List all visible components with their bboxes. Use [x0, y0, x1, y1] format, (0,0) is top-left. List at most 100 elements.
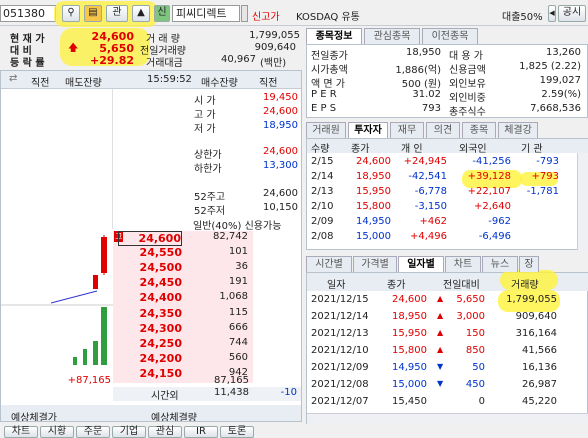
daily-change: 50 — [472, 362, 485, 373]
sell-price[interactable]: 24,400 — [118, 291, 182, 304]
tab-daily-5[interactable]: 장 — [519, 256, 539, 272]
daily-col-header: 전일대비 — [443, 280, 480, 291]
sell-price[interactable]: 24,500 — [118, 261, 182, 274]
investor-individual: -3,150 — [414, 201, 447, 212]
info-tabs: 종목정보 관심종목 이전종목 — [306, 28, 588, 44]
daily-close: 15,950 — [392, 328, 427, 339]
folder-button[interactable]: ▤ — [84, 5, 102, 22]
investor-individual: -42,541 — [408, 171, 447, 182]
tab-daily-2[interactable]: 일자별 — [398, 256, 444, 272]
credit-line: 일반(40%) 신용가능 — [193, 221, 282, 232]
stock-code-input[interactable]: 051380 — [0, 5, 56, 22]
notice-button[interactable]: 공시 — [558, 5, 586, 22]
buy-qty: 560 — [228, 352, 248, 363]
tab-investor-5[interactable]: 체결강 — [498, 122, 538, 138]
investor-foreign: -6,496 — [478, 231, 511, 242]
investor-tabs: 거래원 투자자 재무 의견 종목 체결강 — [306, 122, 588, 138]
summary-label: 시 가 — [194, 96, 216, 107]
info-value: 1,886(억) — [395, 65, 441, 76]
tab-investor-1[interactable]: 투자자 — [348, 122, 388, 138]
tab-prev-stock[interactable]: 이전종목 — [422, 28, 478, 44]
investor-institution: -793 — [536, 156, 559, 167]
summary-value: 10,150 — [263, 202, 298, 213]
quote-panel: 현 재 가 대 비 등 락 률 24,600 🡅 5,650 +29.82 거 … — [0, 28, 302, 69]
buy-price[interactable]: 24,200 — [118, 352, 182, 365]
daily-close: 15,000 — [392, 379, 427, 390]
daily-close: 18,950 — [392, 311, 427, 322]
tab-investor-3[interactable]: 의견 — [426, 122, 460, 138]
sell-price[interactable]: 24,450 — [118, 276, 182, 289]
chart-ma-line — [50, 290, 98, 304]
scroll-buttons[interactable] — [241, 5, 248, 22]
investor-col-header: 기 관 — [521, 144, 543, 155]
search-button[interactable]: ⚲ — [62, 5, 80, 22]
tab-daily-1[interactable]: 가격별 — [353, 256, 397, 272]
ob-header-buy: 매수잔량 — [201, 78, 238, 89]
investor-price: 24,600 — [356, 156, 391, 167]
investor-foreign: +39,128 — [467, 171, 511, 182]
tab-daily-0[interactable]: 시간별 — [306, 256, 352, 272]
daily-change: 150 — [465, 328, 485, 339]
chart-volume-bar — [73, 357, 77, 365]
gwan-button[interactable]: 관 — [106, 5, 128, 22]
expect-qty-label: 예상체결량 — [151, 413, 197, 422]
daily-scrollbar[interactable] — [307, 413, 588, 425]
buy-price[interactable]: 24,350 — [118, 307, 182, 320]
tab-daily-3[interactable]: 차트 — [445, 256, 481, 272]
arrow-up-button[interactable]: ▲ — [132, 5, 150, 22]
investor-price: 14,950 — [356, 216, 391, 227]
summary-value: 19,450 — [263, 92, 298, 103]
daily-volume: 16,136 — [522, 362, 557, 373]
tab-stock-info[interactable]: 종목정보 — [306, 28, 362, 44]
intraday-chart — [1, 235, 113, 365]
prev-button[interactable]: ◀ — [548, 5, 556, 22]
buy-price[interactable]: 24,250 — [118, 337, 182, 350]
bottom-tab-5[interactable]: IR — [184, 426, 218, 438]
ob-refresh-icon[interactable]: ⇄ — [9, 73, 17, 84]
ob-header-prev: 직전 — [31, 78, 50, 89]
tab-watchlist[interactable]: 관심종목 — [364, 28, 420, 44]
bottom-tab-4[interactable]: 관심 — [148, 426, 182, 438]
bottom-tab-0[interactable]: 차트 — [4, 426, 38, 438]
daily-close: 15,450 — [392, 396, 427, 407]
investor-scrollbar[interactable] — [577, 153, 588, 250]
tab-daily-4[interactable]: 뉴스 — [482, 256, 518, 272]
daily-close: 15,800 — [392, 345, 427, 356]
daily-change: 0 — [478, 396, 485, 407]
summary-label: 52주저 — [194, 206, 226, 217]
buy-qty: 115 — [228, 307, 248, 318]
sell-qty: 82,742 — [213, 231, 248, 242]
buy-price[interactable]: 24,300 — [118, 322, 182, 335]
sell-qty: 191 — [228, 276, 248, 287]
investor-panel: 수량 종가 개 인 외국인 기 관 2/15 24,600 +24,945 -41,256 -79… — [306, 138, 588, 250]
daily-close: 14,950 — [392, 362, 427, 373]
buy-price[interactable]: 24,150 — [118, 367, 182, 380]
change-rate: +29.82 — [89, 54, 134, 67]
sell-area — [1, 89, 113, 229]
daily-date: 2021/12/14 — [311, 311, 369, 322]
investor-individual: +462 — [419, 216, 447, 227]
daily-date: 2021/12/13 — [311, 328, 369, 339]
investor-individual: -6,778 — [414, 186, 447, 197]
investor-col-header[interactable]: 수량 — [311, 140, 329, 155]
bottom-tab-6[interactable]: 토론 — [220, 426, 254, 438]
tab-investor-2[interactable]: 재무 — [390, 122, 424, 138]
buy-qty: 744 — [228, 337, 248, 348]
sin-button[interactable]: 신 — [154, 5, 170, 22]
buy-qty: 666 — [228, 322, 248, 333]
sell-price[interactable]: 24,550 — [118, 246, 182, 259]
chart-volume-bar — [83, 349, 87, 365]
investor-price: 15,000 — [356, 231, 391, 242]
arrow-up-icon: ▲ — [437, 345, 444, 354]
sell-qty: 101 — [228, 246, 248, 257]
tab-investor-0[interactable]: 거래원 — [306, 122, 346, 138]
daily-col-header: 일자 — [327, 280, 346, 291]
tab-investor-4[interactable]: 종목 — [462, 122, 496, 138]
buy-qty: 942 — [228, 367, 248, 378]
daily-date: 2021/12/15 — [311, 294, 369, 305]
bottom-tab-1[interactable]: 시황 — [40, 426, 74, 438]
sell-price[interactable]: 24,600 — [118, 231, 182, 246]
after-hours-change: -10 — [280, 387, 297, 398]
bottom-tab-2[interactable]: 주문 — [76, 426, 110, 438]
bottom-tab-3[interactable]: 기업 — [112, 426, 146, 438]
